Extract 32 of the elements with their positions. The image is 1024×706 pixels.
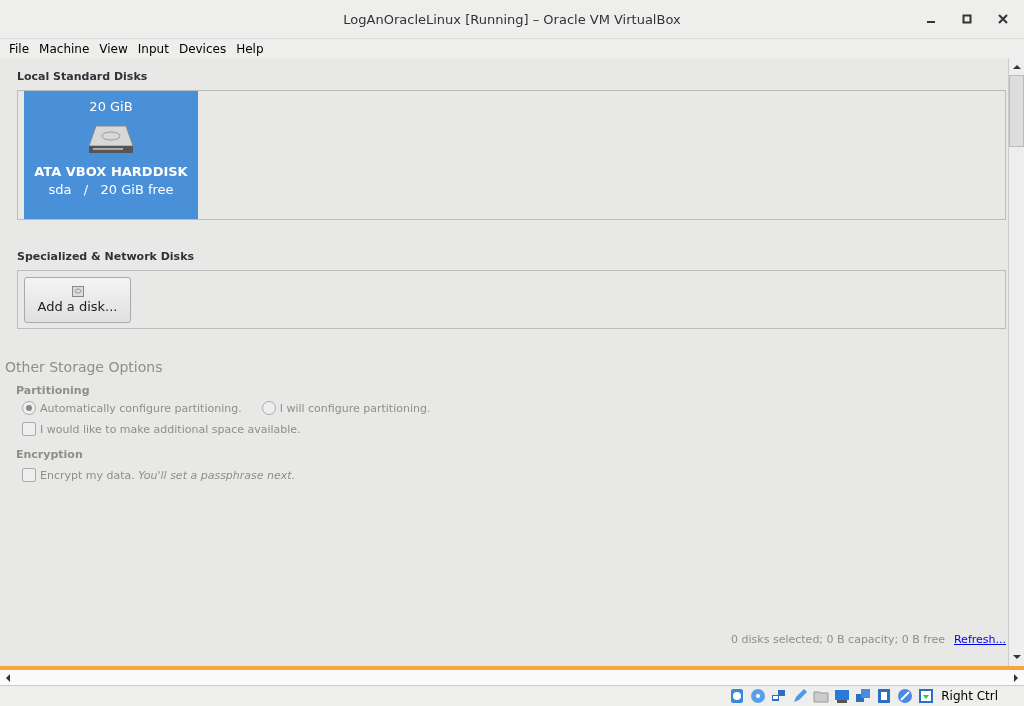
scroll-down-icon[interactable] xyxy=(1011,653,1022,661)
section-heading: Specialized & Network Disks xyxy=(17,250,196,263)
vertical-scrollbar[interactable] xyxy=(1008,58,1024,666)
download-icon[interactable] xyxy=(918,688,935,704)
scroll-right-icon[interactable] xyxy=(1012,672,1020,683)
scrollbar-thumb[interactable] xyxy=(1009,75,1024,147)
disk-icon xyxy=(71,286,84,297)
window-title: LogAnOracleLinux [Running] – Oracle VM VirtualBox xyxy=(343,11,681,27)
section-heading: Other Storage Options xyxy=(5,359,164,375)
close-icon[interactable] xyxy=(998,14,1008,24)
host-key-label: Right Ctrl xyxy=(941,689,998,703)
add-disk-button[interactable]: Add a disk... xyxy=(24,277,131,323)
menu-item[interactable]: View xyxy=(94,41,133,56)
hard-disk-icon xyxy=(88,124,134,154)
menu-item[interactable]: Help xyxy=(231,41,269,56)
windows-icon[interactable] xyxy=(855,688,872,704)
menu-item[interactable]: File xyxy=(4,41,35,56)
pen-icon[interactable] xyxy=(792,688,809,704)
refresh-link[interactable]: Refresh... xyxy=(953,633,1006,646)
scroll-left-icon[interactable] xyxy=(4,672,12,683)
scroll-up-icon[interactable] xyxy=(1011,63,1022,71)
monitor-icon[interactable] xyxy=(834,688,851,704)
menu-item[interactable]: Devices xyxy=(173,41,232,56)
section-heading: Partitioning xyxy=(16,384,91,397)
section-heading: Encryption xyxy=(16,448,84,461)
section-heading: Local Standard Disks xyxy=(17,70,149,83)
menu-item[interactable]: Input xyxy=(132,41,174,56)
menu-item[interactable]: Machine xyxy=(34,41,95,56)
summary-text: 0 disks selected; 0 B capacity; 0 B free xyxy=(731,633,945,646)
network-icon[interactable] xyxy=(771,688,788,704)
maximize-icon[interactable] xyxy=(962,14,972,24)
horizontal-scrollbar[interactable] xyxy=(0,670,1024,686)
